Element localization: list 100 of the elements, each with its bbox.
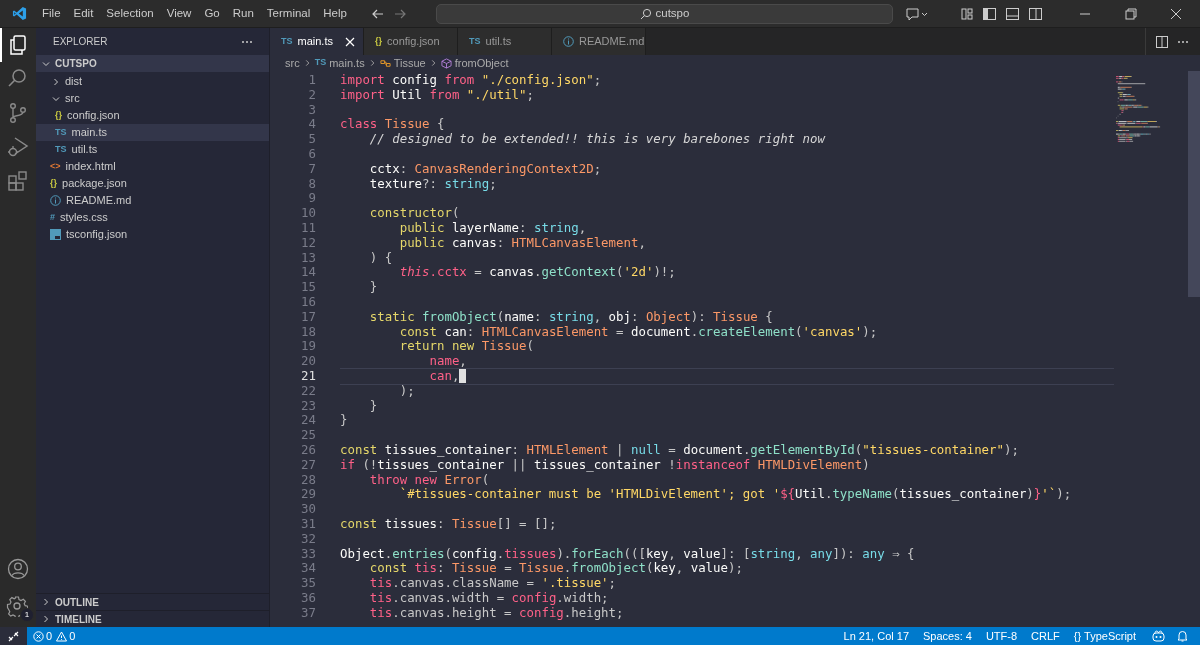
status-bar-item[interactable]: {} TypeScript — [1073, 627, 1136, 645]
file-tree-item[interactable]: <> index.html — [36, 158, 269, 175]
code-line: static fromObject(name: string, obj: Object): Tissue { — [368, 309, 774, 325]
code-line: if (!tissues_container || tissues_container !instanceof HTMLDivElement) — [340, 457, 871, 473]
search-icon — [639, 7, 652, 20]
status-bar-item[interactable]: UTF-8 — [985, 627, 1018, 645]
extensions-icon — [6, 169, 30, 193]
editor-tab[interactable]: README.md — [552, 28, 646, 55]
chevron-right-icon — [42, 598, 50, 606]
code-line: tis.canvas.width = config.width; — [368, 590, 610, 606]
toggle-sidebar-icon[interactable] — [983, 7, 996, 20]
menu-item[interactable]: File — [36, 4, 67, 23]
menu-item[interactable]: Edit — [67, 4, 100, 23]
search-text: cutspo — [655, 5, 690, 21]
line-number: 31 — [301, 516, 316, 532]
toggle-panel-icon[interactable] — [1006, 7, 1019, 20]
file-type-icon: {} — [50, 176, 57, 191]
line-number: 19 — [301, 339, 316, 355]
breadcrumb-item[interactable]: Tissue — [379, 54, 426, 72]
run-debug-icon — [6, 135, 30, 159]
code-line: tis.canvas.className = '.tissue'; — [368, 576, 618, 591]
line-number: 16 — [301, 294, 316, 310]
file-tree-item[interactable]: TS util.ts — [36, 141, 269, 158]
code-line: this.cctx = canvas.getContext('2d')!; — [398, 265, 677, 281]
file-tree-item[interactable]: {} package.json — [36, 175, 269, 192]
info-icon — [50, 195, 61, 206]
file-type-icon: <> — [50, 159, 61, 174]
file-type-icon: {} — [375, 34, 382, 49]
code-line: name, — [428, 354, 468, 369]
editor-tab[interactable]: {} config.json — [364, 28, 458, 55]
close-icon[interactable] — [345, 36, 355, 47]
cube-icon — [440, 57, 452, 69]
line-number: 32 — [301, 531, 316, 547]
code-line: } — [340, 413, 349, 429]
vscode-logo-icon — [12, 6, 27, 21]
account-icon[interactable] — [7, 558, 29, 580]
line-number: 2 — [308, 87, 316, 103]
line-number: 30 — [301, 502, 316, 517]
breadcrumb-item[interactable]: fromObject — [440, 54, 509, 72]
scrollbar-thumb[interactable] — [1188, 71, 1200, 297]
panel-header[interactable]: OUTLINE — [36, 593, 269, 610]
menu-item[interactable]: Run — [226, 4, 260, 23]
line-number: 36 — [301, 590, 316, 606]
code-line: can, — [340, 367, 1114, 385]
problems-button[interactable]: 0 0 — [33, 627, 76, 645]
copilot-chat-icon[interactable] — [904, 6, 929, 21]
line-number: 37 — [301, 605, 316, 621]
ts-config-icon — [50, 229, 61, 240]
breadcrumb-item[interactable]: TS main.ts — [314, 54, 365, 72]
menu-item[interactable]: Help — [317, 4, 353, 23]
error-icon — [33, 630, 44, 642]
code-line: throw new Error( — [368, 472, 490, 487]
folder-header[interactable]: CUTSPO — [36, 55, 269, 72]
notifications-bell-icon[interactable] — [1177, 630, 1188, 642]
code-line: import config from "./config.json"; — [340, 73, 603, 88]
editor-tab[interactable]: TS main.ts — [270, 28, 364, 55]
customize-layout-icon[interactable] — [961, 7, 973, 20]
line-number: 18 — [301, 324, 316, 340]
line-number: 35 — [301, 576, 316, 591]
line-number: 26 — [301, 442, 316, 458]
file-tree-item[interactable]: TS main.ts — [36, 124, 269, 141]
status-bar-item[interactable]: CRLF — [1031, 627, 1060, 645]
file-type-icon: # — [50, 210, 55, 225]
file-tree-item[interactable]: dist — [36, 73, 269, 90]
file-tree-item[interactable]: tsconfig.json — [36, 226, 269, 243]
line-number: 21 — [301, 368, 316, 384]
menu-item[interactable]: Go — [198, 4, 226, 23]
line-number: 8 — [308, 176, 316, 192]
code-line: public canvas: HTMLCanvasElement, — [398, 235, 647, 251]
settings-icon[interactable] — [6, 595, 28, 617]
file-tree-item[interactable]: # styles.css — [36, 209, 269, 226]
file-tree-item[interactable]: README.md — [36, 192, 269, 209]
split-editor-icon[interactable] — [1156, 35, 1168, 48]
line-number: 20 — [301, 354, 316, 369]
editor-tab[interactable]: TS util.ts — [458, 28, 552, 55]
code-line: constructor( — [368, 206, 461, 221]
command-search-field[interactable]: cutspo — [435, 3, 893, 24]
toggle-secondary-sidebar-icon[interactable] — [1029, 7, 1042, 20]
file-tree-item[interactable]: src — [36, 90, 269, 107]
file-type-icon: {} — [55, 108, 62, 123]
code-line: ) { — [368, 250, 394, 266]
chevron-right-icon — [429, 59, 437, 67]
remote-indicator[interactable] — [0, 627, 27, 645]
breadcrumb-item[interactable]: src — [285, 54, 300, 72]
file-type-icon: TS — [55, 125, 67, 140]
menu-item[interactable]: Terminal — [260, 4, 317, 23]
menu-item[interactable]: View — [160, 4, 198, 23]
status-bar-item[interactable]: Ln 21, Col 17 — [843, 627, 909, 645]
menu-item[interactable]: Selection — [100, 4, 160, 23]
code-line: const can: HTMLCanvasElement = document.createElement('canvas'); — [398, 324, 879, 340]
file-type-icon: TS — [55, 142, 67, 157]
copilot-icon[interactable] — [1152, 630, 1165, 642]
code-line: cctx: CanvasRenderingContext2D; — [368, 161, 603, 177]
file-type-icon: TS — [281, 34, 293, 49]
code-line: import Util from "./util"; — [340, 87, 534, 103]
status-bar-item[interactable]: Spaces: 4 — [923, 627, 972, 645]
code-line: } — [368, 280, 379, 295]
line-number: 25 — [301, 428, 316, 443]
sidebar-title: EXPLORER — [53, 35, 108, 49]
file-tree-item[interactable]: {} config.json — [36, 107, 269, 124]
